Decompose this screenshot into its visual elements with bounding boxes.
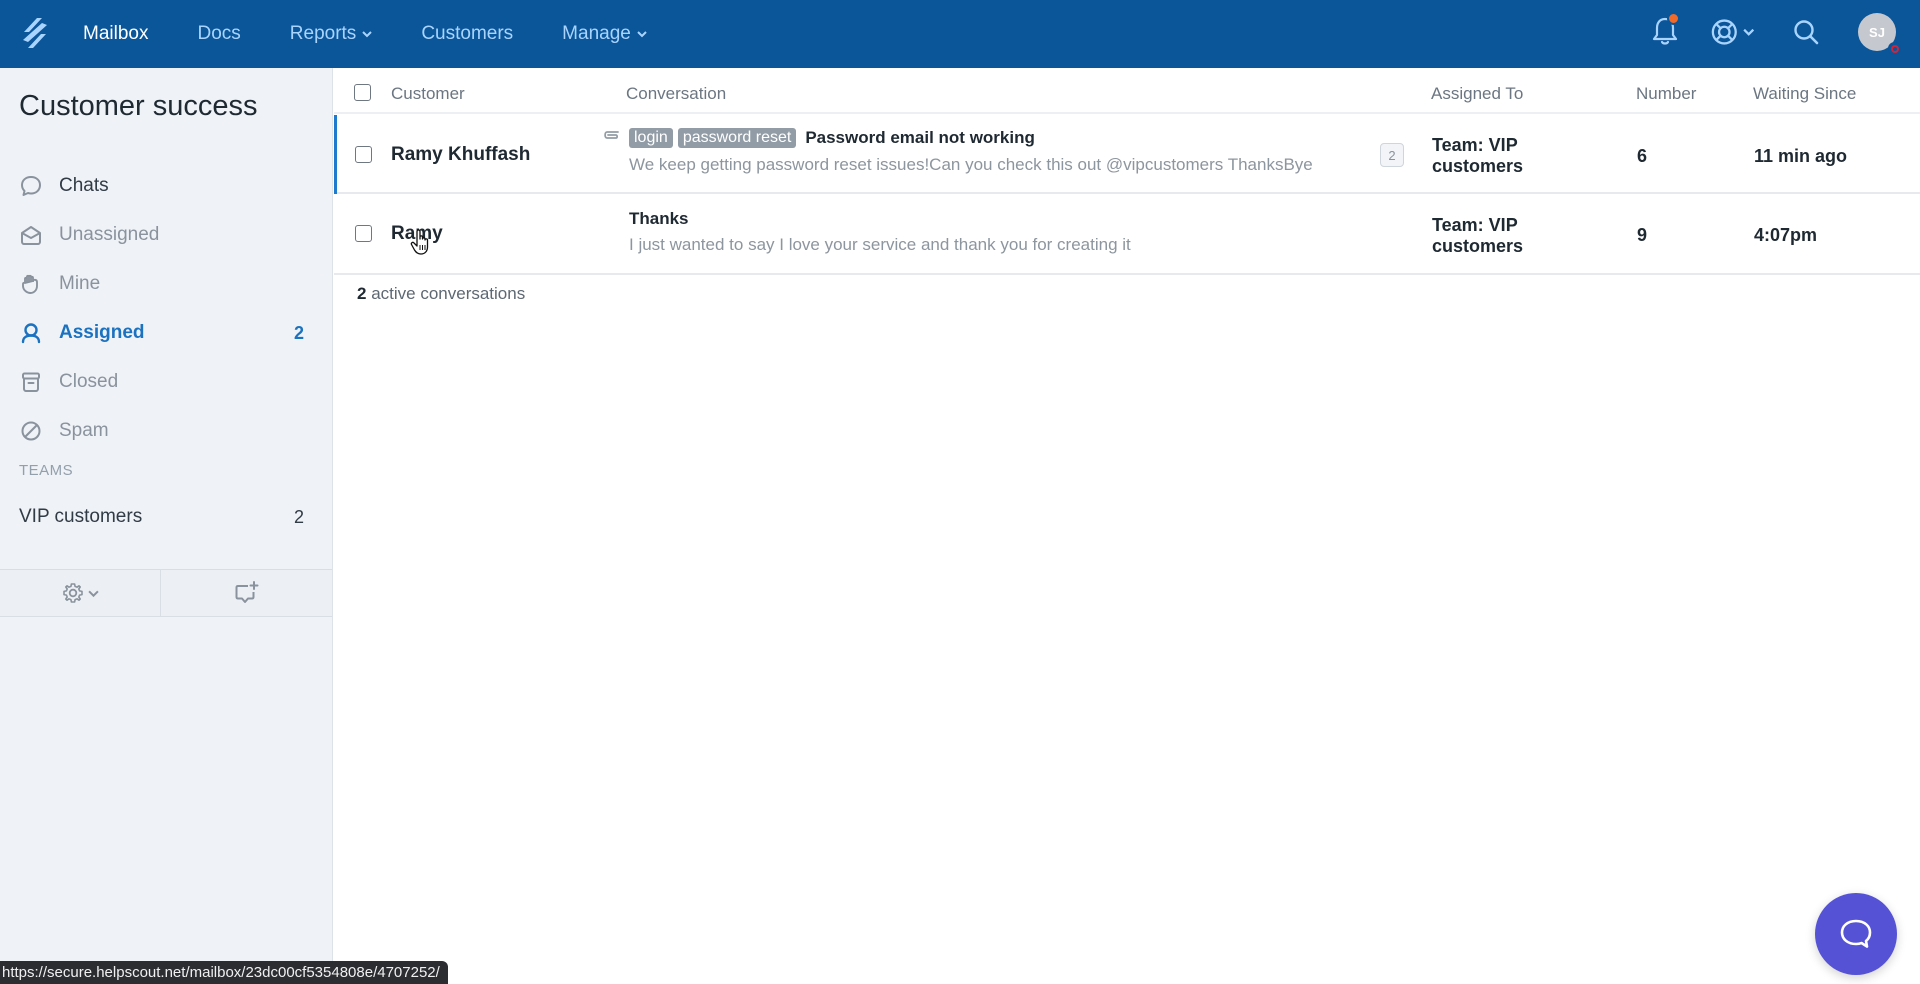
paperclip-icon bbox=[604, 131, 619, 139]
sidebar-item-unassigned[interactable]: Unassigned bbox=[19, 217, 304, 253]
assigned-count: 2 bbox=[293, 322, 304, 343]
sidebar-footer bbox=[0, 569, 332, 617]
nav-customers[interactable]: Customers bbox=[421, 23, 513, 45]
status-bar-url: https://secure.helpscout.net/mailbox/23d… bbox=[0, 961, 448, 984]
nav-reports[interactable]: Reports bbox=[290, 23, 373, 45]
sidebar-item-chats[interactable]: Chats bbox=[19, 168, 304, 204]
block-icon bbox=[19, 419, 43, 443]
tag-password-reset[interactable]: password reset bbox=[677, 128, 797, 148]
mailbox-settings-button[interactable] bbox=[0, 570, 160, 616]
conversation-subject[interactable]: Password email not working bbox=[805, 128, 1035, 148]
chevron-down-icon bbox=[87, 590, 99, 597]
chevron-down-icon bbox=[1742, 28, 1754, 36]
conversation-preview: We keep getting password reset issues!Ca… bbox=[629, 155, 1313, 174]
sidebar-item-closed[interactable]: Closed bbox=[19, 364, 304, 400]
new-conversation-icon bbox=[235, 581, 258, 603]
nav-manage[interactable]: Manage bbox=[562, 23, 647, 45]
search-icon bbox=[1794, 20, 1819, 45]
row-checkbox[interactable] bbox=[355, 146, 372, 163]
envelope-open-icon bbox=[19, 223, 43, 247]
column-conversation[interactable]: Conversation bbox=[626, 84, 726, 104]
assigned-to: Team: VIP customers bbox=[1432, 135, 1524, 176]
notifications-button[interactable] bbox=[1650, 12, 1680, 48]
chevron-down-icon bbox=[637, 31, 647, 38]
waiting-since: 4:07pm bbox=[1754, 225, 1818, 245]
helpscout-logo-icon[interactable] bbox=[20, 15, 50, 51]
gear-icon bbox=[62, 583, 83, 603]
nav-docs[interactable]: Docs bbox=[197, 23, 240, 45]
lifebuoy-icon bbox=[1711, 19, 1737, 45]
team-count: 2 bbox=[293, 506, 304, 527]
column-customer[interactable]: Customer bbox=[391, 84, 465, 104]
chat-bubble-icon bbox=[19, 174, 43, 198]
chevron-down-icon bbox=[362, 31, 373, 38]
beacon-chat-button[interactable] bbox=[1815, 893, 1897, 975]
hand-icon bbox=[19, 272, 43, 296]
mailbox-title: Customer success bbox=[19, 90, 258, 122]
conversation-number: 9 bbox=[1637, 225, 1648, 245]
waiting-since: 11 min ago bbox=[1754, 146, 1848, 166]
conversation-subject[interactable]: Thanks bbox=[629, 209, 689, 229]
active-conversations-summary: 2 active conversations bbox=[357, 284, 526, 303]
table-row[interactable]: Ramy Thanks I just wanted to say I love … bbox=[334, 196, 1920, 275]
column-assigned-to[interactable]: Assigned To bbox=[1431, 84, 1523, 104]
customer-name[interactable]: Ramy Khuffash bbox=[391, 144, 530, 166]
select-all-checkbox[interactable] bbox=[354, 84, 371, 101]
column-waiting-since[interactable]: Waiting Since bbox=[1753, 84, 1856, 104]
sidebar: Customer success Chats Unassigned Mine A… bbox=[0, 68, 333, 984]
hand-cursor-icon bbox=[410, 229, 429, 255]
conversation-list: Customer Conversation Assigned To Number… bbox=[334, 68, 1920, 984]
tag-login[interactable]: login bbox=[629, 128, 673, 148]
sidebar-item-spam[interactable]: Spam bbox=[19, 413, 304, 449]
row-checkbox[interactable] bbox=[355, 225, 372, 242]
nav-mailbox[interactable]: Mailbox bbox=[83, 23, 148, 45]
sidebar-team-vip-customers[interactable]: VIP customers 2 bbox=[19, 499, 304, 535]
user-avatar[interactable]: SJ bbox=[1858, 13, 1901, 55]
help-menu-button[interactable] bbox=[1710, 14, 1754, 50]
top-navigation: Mailbox Docs Reports Customers Manage SJ bbox=[0, 0, 1920, 68]
conversation-preview: I just wanted to say I love your service… bbox=[629, 235, 1131, 254]
sidebar-item-mine[interactable]: Mine bbox=[19, 266, 304, 302]
thread-count-badge: 2 bbox=[1380, 143, 1404, 167]
notification-badge bbox=[1667, 12, 1680, 25]
search-button[interactable] bbox=[1792, 14, 1822, 50]
column-number[interactable]: Number bbox=[1636, 84, 1696, 104]
away-status-indicator bbox=[1888, 42, 1901, 55]
conversation-subject-line: Thanks bbox=[629, 209, 689, 229]
user-icon bbox=[19, 321, 43, 345]
conversation-number: 6 bbox=[1637, 146, 1648, 166]
chat-bubble-icon bbox=[1840, 919, 1872, 948]
teams-heading: TEAMS bbox=[19, 462, 74, 479]
table-row[interactable]: Ramy Khuffash login password reset Passw… bbox=[334, 115, 1920, 194]
sidebar-item-assigned[interactable]: Assigned 2 bbox=[19, 315, 304, 351]
new-conversation-button[interactable] bbox=[160, 570, 332, 616]
assigned-to: Team: VIP customers bbox=[1432, 215, 1524, 256]
archive-icon bbox=[19, 370, 43, 394]
main-nav: Mailbox Docs Reports Customers Manage bbox=[83, 0, 696, 68]
table-header: Customer Conversation Assigned To Number… bbox=[334, 68, 1920, 114]
conversation-subject-line: login password reset Password email not … bbox=[629, 128, 1035, 148]
